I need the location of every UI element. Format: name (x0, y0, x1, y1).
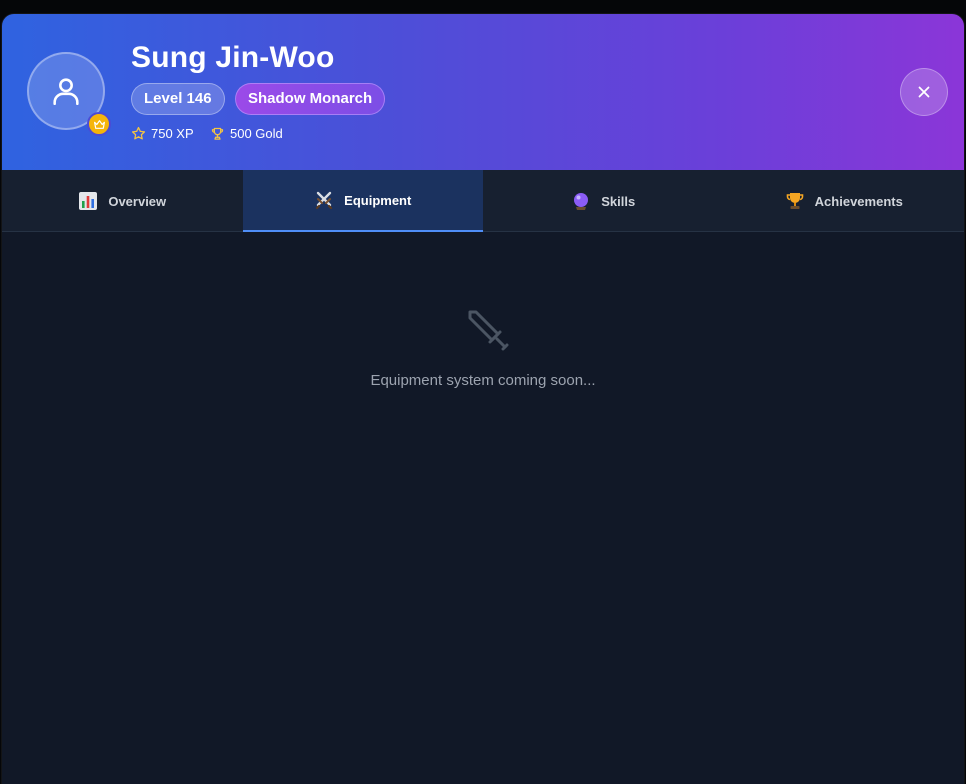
crown-icon (93, 119, 105, 129)
empty-state-message: Equipment system coming soon... (370, 372, 596, 389)
trophy-icon (785, 191, 805, 211)
tab-equipment-label: Equipment (344, 192, 412, 208)
tab-skills-label: Skills (601, 193, 636, 209)
star-icon (131, 126, 146, 140)
crown-badge (87, 112, 111, 136)
tab-bar: Overview Equipment Skills Achievements (2, 170, 964, 232)
xp-stat: 750 XP (131, 126, 194, 141)
title-badge: Shadow Monarch (235, 83, 386, 115)
equipment-panel: Equipment system coming soon... (2, 232, 964, 784)
gold-label: 500 Gold (230, 126, 283, 141)
crossed-swords-icon (314, 190, 334, 210)
tab-achievements-label: Achievements (814, 193, 903, 209)
close-icon (918, 86, 930, 98)
level-badge: Level 146 (131, 83, 225, 115)
user-icon (53, 78, 79, 106)
profile-modal: Sung Jin-Woo Level 146 Shadow Monarch 75… (2, 14, 964, 784)
tab-overview[interactable]: Overview (2, 170, 243, 232)
tab-equipment[interactable]: Equipment (242, 170, 483, 232)
gold-stat: 500 Gold (210, 126, 283, 141)
tab-overview-label: Overview (108, 193, 167, 209)
profile-header: Sung Jin-Woo Level 146 Shadow Monarch 75… (2, 14, 964, 170)
sword-icon (468, 310, 509, 351)
trophy-outline-icon (211, 127, 224, 140)
player-name: Sung Jin-Woo (131, 41, 335, 74)
tab-achievements[interactable]: Achievements (724, 170, 965, 232)
xp-label: 750 XP (151, 126, 194, 141)
crystal-ball-icon (571, 191, 591, 211)
tab-skills[interactable]: Skills (483, 170, 724, 232)
close-button[interactable] (900, 68, 948, 116)
bar-chart-icon (78, 191, 98, 211)
